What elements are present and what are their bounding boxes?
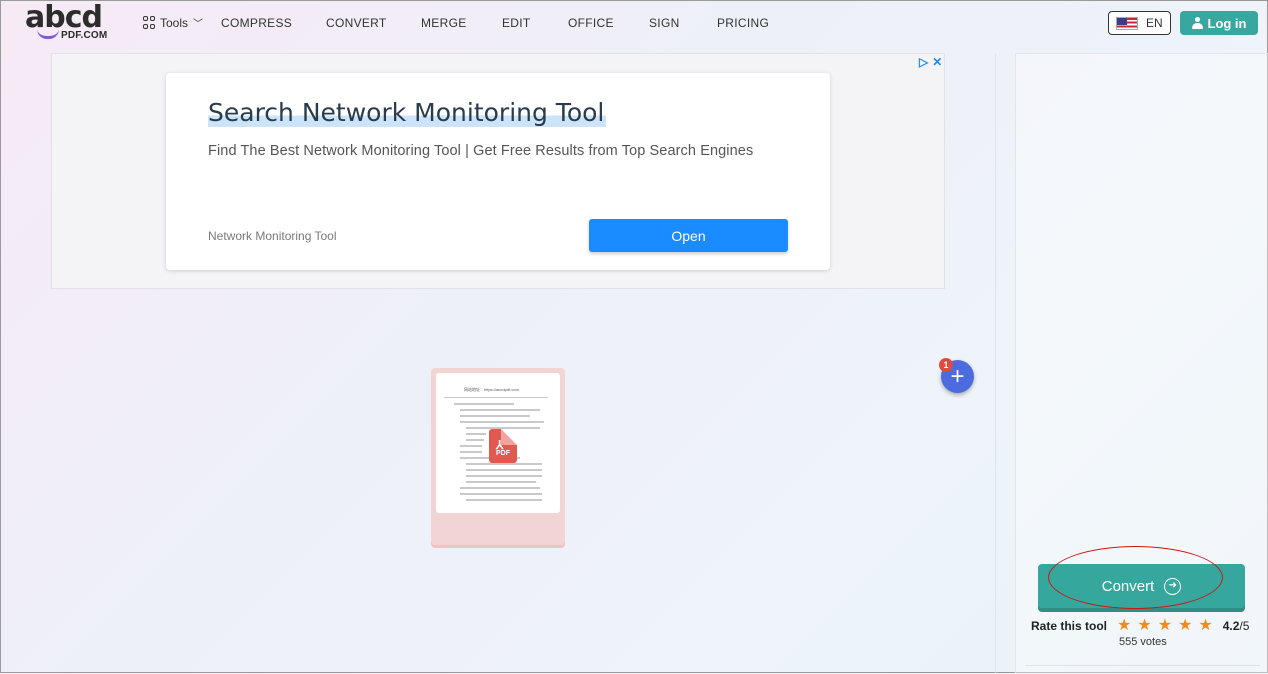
- ad-site-name: Network Monitoring Tool: [208, 229, 337, 243]
- ad-close-icon[interactable]: ✕: [932, 55, 942, 69]
- ad-play-icon[interactable]: ▷: [919, 55, 928, 69]
- grid-icon: [143, 16, 156, 29]
- nav-compress[interactable]: COMPRESS: [221, 16, 292, 30]
- nav-convert[interactable]: CONVERT: [326, 16, 387, 30]
- rate-label: Rate this tool: [1031, 619, 1108, 633]
- sidebar-divider: [1025, 665, 1260, 666]
- us-flag-icon: [1116, 16, 1138, 30]
- language-label: EN: [1146, 16, 1163, 30]
- nav-sign[interactable]: SIGN: [649, 16, 680, 30]
- user-icon: [1191, 17, 1203, 29]
- tools-label: Tools: [160, 15, 189, 30]
- vote-count: 555 votes: [1119, 636, 1167, 648]
- ad-card[interactable]: Search Network Monitoring Tool Find The …: [166, 73, 830, 270]
- file-count-badge: 1: [939, 358, 953, 372]
- pdf-file-icon: ⅄ PDF: [489, 429, 517, 463]
- rating-score: 4.2/5: [1222, 619, 1250, 633]
- acrobat-icon: ⅄: [496, 438, 504, 452]
- chevron-down-icon: ﹀: [193, 19, 204, 30]
- star-icon[interactable]: ★: [1137, 618, 1151, 634]
- nav-pricing[interactable]: PRICING: [717, 16, 769, 30]
- tools-menu[interactable]: Tools ﹀: [143, 15, 203, 30]
- star-icon[interactable]: ★: [1117, 618, 1131, 634]
- rating-widget: Rate this tool ★ ★ ★ ★ ★ 4.2/5: [1031, 618, 1249, 634]
- login-label: Log in: [1207, 15, 1247, 31]
- logo-subtext: PDF.COM: [61, 30, 108, 41]
- star-icon[interactable]: ★: [1198, 618, 1212, 634]
- nav-merge[interactable]: MERGE: [421, 16, 467, 30]
- plus-icon: +: [950, 362, 965, 390]
- language-selector[interactable]: EN: [1108, 11, 1171, 35]
- ad-description: Find The Best Network Monitoring Tool | …: [208, 143, 754, 159]
- pdf-file-thumbnail[interactable]: 网站地址：https://abcdpdf.com ⅄ PDF: [431, 368, 565, 545]
- ad-title[interactable]: Search Network Monitoring Tool: [208, 98, 607, 127]
- logo-smile-icon: [37, 29, 59, 39]
- star-icon[interactable]: ★: [1158, 618, 1172, 634]
- red-annotation-ellipse: [1048, 546, 1223, 609]
- nav-office[interactable]: OFFICE: [568, 16, 614, 30]
- login-button[interactable]: Log in: [1180, 11, 1258, 35]
- ad-choices[interactable]: ▷ ✕: [919, 55, 942, 69]
- pdf-page-preview: 网站地址：https://abcdpdf.com ⅄ PDF: [436, 373, 560, 513]
- doc-header-text: 网站地址：https://abcdpdf.com: [464, 387, 519, 392]
- top-navbar: abcd PDF.COM Tools ﹀ COMPRESS CONVERT ME…: [1, 0, 1267, 45]
- ad-open-button[interactable]: Open: [589, 219, 788, 252]
- abcdpdf-logo[interactable]: abcd PDF.COM: [25, 0, 109, 43]
- star-icon[interactable]: ★: [1178, 618, 1192, 634]
- nav-edit[interactable]: EDIT: [502, 16, 531, 30]
